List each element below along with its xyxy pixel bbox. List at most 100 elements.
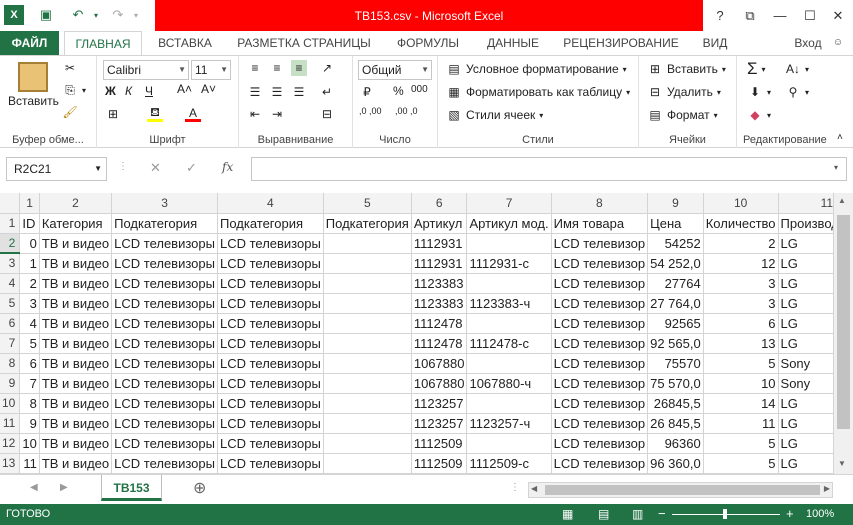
cell[interactable]: LCD телевизор bbox=[551, 253, 649, 274]
increase-decimal-button[interactable]: ,0 ,00 bbox=[359, 106, 382, 116]
currency-button[interactable]: ₽ bbox=[359, 84, 375, 100]
cell[interactable]: LCD телевизор bbox=[551, 293, 649, 314]
cell[interactable] bbox=[466, 433, 552, 454]
cell-styles-button[interactable]: ▧ Стили ячеек ▾ bbox=[446, 107, 543, 123]
orientation-button[interactable]: ↗ bbox=[319, 60, 335, 76]
bold-button[interactable]: Ж bbox=[105, 84, 116, 98]
cell[interactable]: 1123257 bbox=[411, 393, 468, 414]
normal-view-icon[interactable]: ▦ bbox=[562, 507, 573, 521]
decrease-indent-button[interactable]: ⇤ bbox=[247, 106, 263, 122]
cell[interactable]: 1123257 bbox=[411, 413, 468, 434]
cell[interactable] bbox=[466, 313, 552, 334]
cell[interactable]: LCD телевизоры bbox=[111, 233, 218, 254]
cell[interactable]: Категория bbox=[39, 213, 113, 234]
cell[interactable]: ТВ и видео bbox=[39, 293, 113, 314]
cell[interactable]: LCD телевизоры bbox=[111, 453, 218, 474]
cell[interactable]: Подкатегория bbox=[323, 213, 412, 234]
cell[interactable]: LG bbox=[778, 453, 833, 474]
formula-bar-splitter-icon[interactable]: ⋮ bbox=[118, 161, 128, 172]
font-shrink-button[interactable]: A˅ bbox=[201, 82, 216, 96]
cell[interactable] bbox=[323, 313, 412, 334]
increase-indent-button[interactable]: ⇥ bbox=[269, 106, 285, 122]
cell[interactable]: 11 bbox=[703, 413, 779, 434]
cell[interactable]: Имя товара bbox=[551, 213, 649, 234]
cell[interactable]: 7 bbox=[19, 373, 40, 394]
cell[interactable]: Количество bbox=[703, 213, 779, 234]
cell[interactable]: 92565 bbox=[647, 313, 704, 334]
cell[interactable]: LCD телевизор bbox=[551, 233, 649, 254]
number-format-combo[interactable]: Общий ▼ bbox=[358, 60, 432, 80]
cell[interactable]: 1112509-с bbox=[466, 453, 552, 474]
cell[interactable]: 2 bbox=[703, 233, 779, 254]
fill-color-button[interactable]: ⛾ bbox=[147, 105, 163, 122]
column-header[interactable]: 4 bbox=[217, 193, 324, 214]
cell[interactable]: LCD телевизоры bbox=[111, 293, 218, 314]
cell[interactable]: 1112931 bbox=[411, 233, 468, 254]
cell[interactable]: LG bbox=[778, 433, 833, 454]
font-grow-button[interactable]: A˄ bbox=[177, 82, 192, 96]
scroll-left-icon[interactable]: ◀ bbox=[531, 484, 537, 493]
insert-cells-button[interactable]: ⊞ Вставить ▾ bbox=[647, 61, 726, 77]
row-header[interactable]: 3 bbox=[0, 253, 21, 274]
cell[interactable] bbox=[466, 233, 552, 254]
cell[interactable]: LCD телевизор bbox=[551, 353, 649, 374]
cell[interactable]: Артикул мод. bbox=[466, 213, 552, 234]
cell[interactable]: 3 bbox=[703, 293, 779, 314]
column-header[interactable]: 2 bbox=[39, 193, 113, 214]
new-sheet-button[interactable]: ⊕ bbox=[193, 478, 206, 498]
tab-data[interactable]: ДАННЫЕ bbox=[478, 31, 548, 55]
cell[interactable]: 6 bbox=[703, 313, 779, 334]
cell[interactable]: LG bbox=[778, 413, 833, 434]
cell[interactable]: LCD телевизоры bbox=[217, 233, 324, 254]
row-header[interactable]: 1 bbox=[0, 213, 21, 234]
cell[interactable]: 1112931 bbox=[411, 253, 468, 274]
cell[interactable] bbox=[323, 393, 412, 414]
close-button[interactable]: ✕ bbox=[824, 0, 852, 31]
prev-sheet-icon[interactable]: ◀ bbox=[30, 482, 38, 493]
cell[interactable]: 75 570,0 bbox=[647, 373, 704, 394]
sign-in-link[interactable]: Вход bbox=[788, 31, 828, 55]
formula-input[interactable] bbox=[251, 157, 847, 181]
cell[interactable]: 6 bbox=[19, 353, 40, 374]
cell[interactable] bbox=[466, 353, 552, 374]
row-header[interactable]: 4 bbox=[0, 273, 21, 294]
font-size-combo[interactable]: 11 ▼ bbox=[191, 60, 231, 80]
help-button[interactable]: ? bbox=[706, 0, 734, 31]
zoom-slider[interactable] bbox=[672, 509, 780, 519]
conditional-formatting-button[interactable]: ▤ Условное форматирование ▾ bbox=[446, 61, 626, 77]
cell[interactable]: 1123383 bbox=[411, 293, 468, 314]
cell[interactable]: 1112509 bbox=[411, 433, 468, 454]
cell[interactable]: 14 bbox=[703, 393, 779, 414]
cell[interactable]: LCD телевизоры bbox=[217, 413, 324, 434]
cell[interactable]: Sony bbox=[778, 353, 833, 374]
cell[interactable]: ТВ и видео bbox=[39, 353, 113, 374]
user-icon[interactable]: ☺ bbox=[828, 31, 848, 55]
save-icon[interactable]: ▣ bbox=[36, 5, 56, 25]
cell[interactable]: 26845,5 bbox=[647, 393, 704, 414]
cancel-entry-icon[interactable]: ✕ bbox=[150, 160, 161, 176]
cell[interactable]: ТВ и видео bbox=[39, 253, 113, 274]
format-as-table-button[interactable]: ▦ Форматировать как таблицу ▾ bbox=[446, 84, 630, 100]
cell[interactable]: LG bbox=[778, 273, 833, 294]
cell[interactable]: LCD телевизор bbox=[551, 373, 649, 394]
cell[interactable]: LG bbox=[778, 253, 833, 274]
cell[interactable]: LCD телевизоры bbox=[217, 373, 324, 394]
column-header[interactable]: 1 bbox=[19, 193, 40, 214]
cell[interactable]: 5 bbox=[19, 333, 40, 354]
row-header[interactable]: 7 bbox=[0, 333, 21, 354]
borders-button[interactable]: ⊞ bbox=[105, 106, 121, 122]
cell[interactable]: 54252 bbox=[647, 233, 704, 254]
cell[interactable]: 27 764,0 bbox=[647, 293, 704, 314]
scroll-right-icon[interactable]: ▶ bbox=[824, 484, 830, 493]
cell[interactable]: Цена bbox=[647, 213, 704, 234]
cell[interactable]: Sony bbox=[778, 373, 833, 394]
align-right-button[interactable]: ☰ bbox=[291, 84, 307, 100]
cell[interactable]: ТВ и видео bbox=[39, 233, 113, 254]
cell[interactable]: LG bbox=[778, 333, 833, 354]
cell[interactable]: 1067880 bbox=[411, 353, 468, 374]
cell[interactable] bbox=[323, 373, 412, 394]
row-header[interactable]: 8 bbox=[0, 353, 21, 374]
cell[interactable]: LCD телевизоры bbox=[217, 333, 324, 354]
cell[interactable]: 96360 bbox=[647, 433, 704, 454]
cell[interactable]: 12 bbox=[703, 253, 779, 274]
